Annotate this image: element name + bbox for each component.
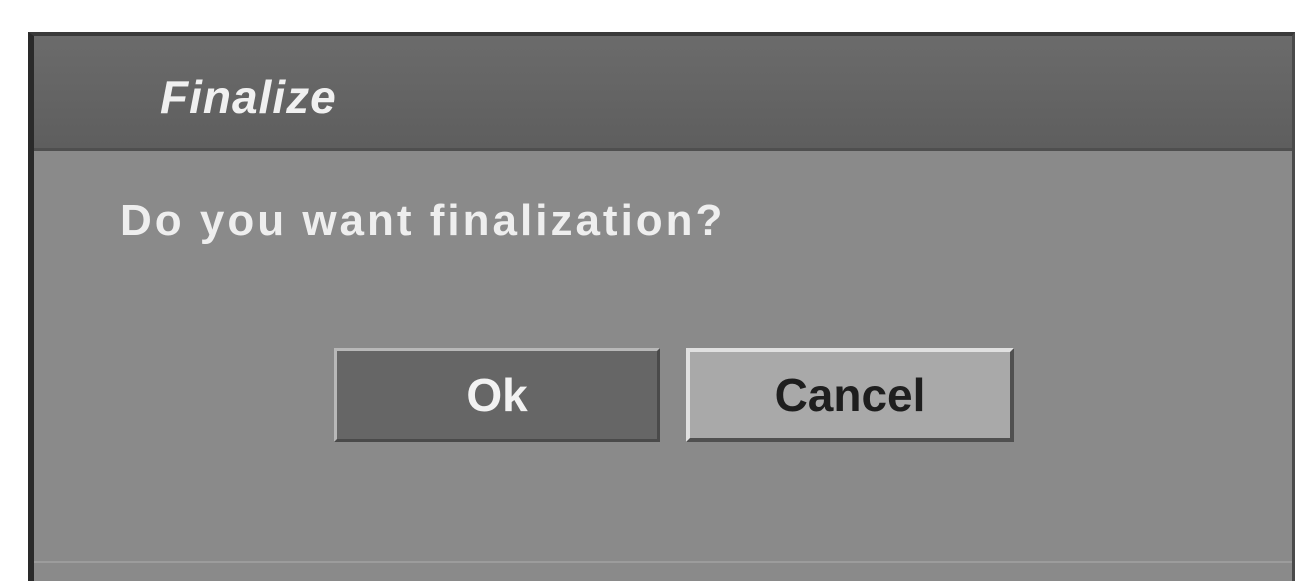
- dialog-title-bar: Finalize: [34, 36, 1292, 151]
- ok-button[interactable]: Ok: [334, 348, 660, 442]
- finalize-dialog: Finalize Do you want finalization? Ok Ca…: [28, 32, 1295, 581]
- cancel-button-label: Cancel: [774, 369, 926, 421]
- ok-button-label: Ok: [466, 369, 528, 421]
- dialog-bottom-divider: [34, 561, 1292, 563]
- dialog-message: Do you want finalization?: [120, 196, 726, 245]
- screen: Finalize Do you want finalization? Ok Ca…: [0, 0, 1295, 581]
- cancel-button[interactable]: Cancel: [686, 348, 1014, 442]
- dialog-title: Finalize: [160, 71, 337, 123]
